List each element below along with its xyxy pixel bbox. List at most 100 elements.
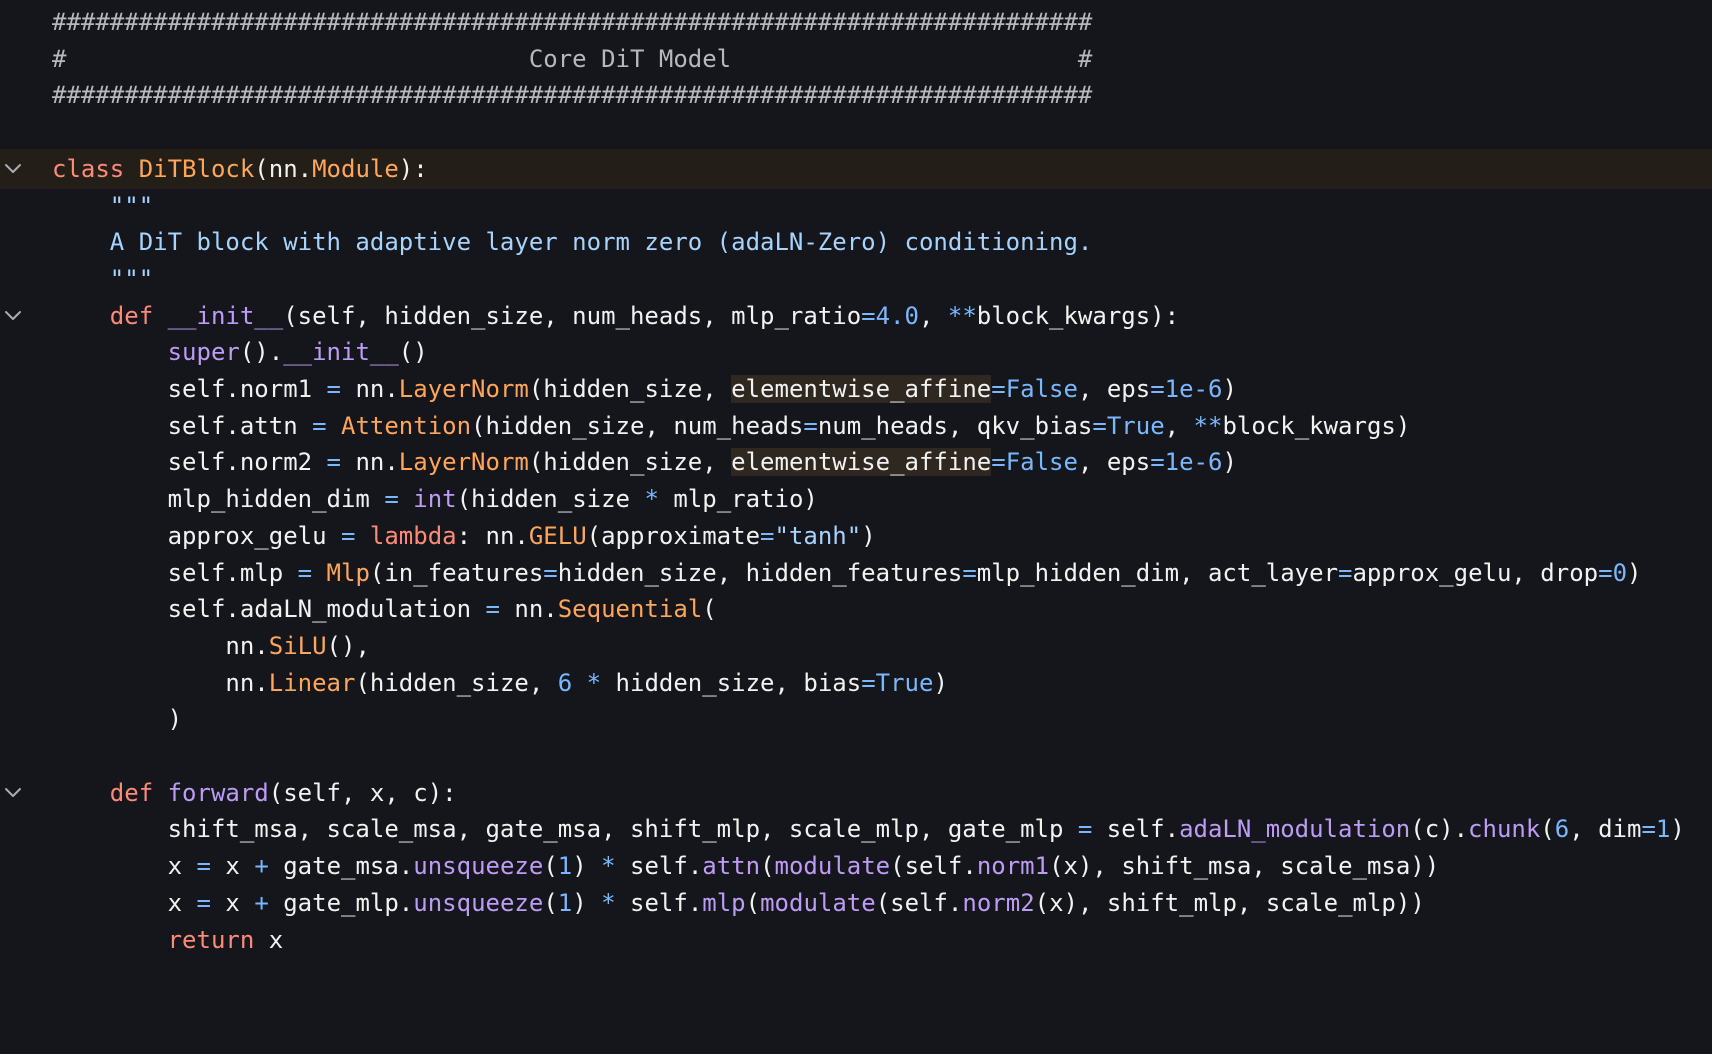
code-token: ) (1627, 558, 1642, 587)
code-token: Mlp (326, 558, 370, 587)
code-line[interactable]: nn.SiLU(), (0, 626, 1712, 666)
code-line[interactable]: mlp_hidden_dim = int(hidden_size * mlp_r… (0, 479, 1712, 519)
code-token: (hidden_size, num_heads (471, 411, 804, 440)
code-line[interactable]: super().__init__() (0, 332, 1712, 372)
code-line[interactable]: ########################################… (0, 2, 1712, 42)
code-token: * (586, 668, 602, 697)
code-token: gate_mlp. (268, 888, 414, 917)
code-text: shift_msa, scale_msa, gate_msa, shift_ml… (52, 809, 1685, 849)
code-editor[interactable]: ########################################… (0, 0, 1712, 1054)
code-line[interactable]: # Core DiT Model # (0, 39, 1712, 79)
code-line[interactable]: A DiT block with adaptive layer norm zer… (0, 222, 1712, 262)
code-token: class (52, 154, 139, 183)
code-token: ( (1540, 815, 1555, 844)
code-line[interactable] (0, 112, 1712, 152)
code-token: self.adaLN_modulation (52, 595, 486, 624)
code-line[interactable]: """ (0, 259, 1712, 299)
code-line[interactable] (0, 736, 1712, 776)
code-token: = (1598, 558, 1613, 587)
code-token: approx_gelu, drop (1352, 558, 1599, 587)
code-token: + (254, 888, 269, 917)
code-line[interactable]: ) (0, 699, 1712, 739)
code-line[interactable]: nn.Linear(hidden_size, 6 * hidden_size, … (0, 663, 1712, 703)
code-token: ( (760, 852, 775, 881)
code-token: ) (861, 521, 876, 550)
code-token: = (1077, 815, 1093, 844)
code-token: = (1092, 411, 1107, 440)
code-token: ** (947, 301, 977, 330)
code-token: * (644, 485, 659, 514)
code-token: 0 (1612, 558, 1628, 587)
code-token: def (109, 301, 168, 330)
code-token: = (340, 521, 356, 550)
code-token: 1 (557, 852, 573, 881)
code-text: """ (52, 259, 153, 299)
code-line[interactable]: approx_gelu = lambda: nn.GELU(approximat… (0, 516, 1712, 556)
code-token: ( (543, 888, 558, 917)
code-token: attn (702, 852, 761, 881)
code-line[interactable]: class DiTBlock(nn.Module): (0, 148, 1712, 189)
code-token: __init__ (167, 301, 284, 330)
code-token: "tanh" (774, 521, 862, 550)
code-token: = (297, 558, 313, 587)
code-token: block_kwargs): (976, 301, 1180, 330)
code-token: int (413, 485, 457, 514)
chevron-down-icon[interactable] (0, 296, 26, 336)
code-token: = (326, 448, 341, 477)
code-line[interactable]: self.norm1 = nn.LayerNorm(hidden_size, e… (0, 369, 1712, 409)
code-token: x (210, 852, 255, 881)
code-token: = (485, 595, 500, 624)
code-text: # Core DiT Model # (52, 39, 1092, 79)
code-token: elementwise_affine (731, 375, 992, 403)
code-line[interactable]: self.attn = Attention(hidden_size, num_h… (0, 406, 1712, 446)
chevron-down-icon[interactable] (0, 773, 26, 813)
code-token: super (167, 338, 240, 367)
code-token: = (861, 301, 876, 330)
code-line[interactable]: self.mlp = Mlp(in_features=hidden_size, … (0, 553, 1712, 593)
code-text: A DiT block with adaptive layer norm zer… (52, 222, 1093, 262)
code-token: True (875, 668, 934, 697)
code-token: Module (312, 154, 399, 183)
code-token: self.attn (52, 411, 313, 440)
code-line[interactable]: ########################################… (0, 75, 1712, 115)
code-token: lambda (369, 521, 457, 550)
code-text: super().__init__() (52, 332, 428, 372)
code-line[interactable]: def forward(self, x, c): (0, 773, 1712, 813)
code-token: A DiT block with adaptive layer norm zer… (52, 228, 1093, 257)
code-token: = (1641, 815, 1656, 844)
code-line[interactable]: shift_msa, scale_msa, gate_msa, shift_ml… (0, 809, 1712, 849)
code-line[interactable]: def __init__(self, hidden_size, num_head… (0, 296, 1712, 336)
code-line[interactable]: x = x + gate_msa.unsqueeze(1) * self.att… (0, 846, 1712, 886)
code-token: x (52, 852, 197, 881)
code-token: 6 (557, 668, 573, 697)
code-token: ) (572, 888, 602, 917)
code-token: (hidden_size (456, 485, 645, 514)
code-text: def __init__(self, hidden_size, num_head… (52, 296, 1179, 336)
code-token: ) (1222, 448, 1237, 477)
chevron-down-icon[interactable] (0, 149, 26, 189)
code-line[interactable]: self.norm2 = nn.LayerNorm(hidden_size, e… (0, 442, 1712, 482)
code-text: def forward(self, x, c): (52, 773, 457, 813)
code-line[interactable]: self.adaLN_modulation = nn.Sequential( (0, 589, 1712, 629)
code-token: ): (398, 154, 428, 183)
code-token: x (254, 925, 284, 954)
code-token: adaLN_modulation (1179, 815, 1411, 844)
code-token: num_heads, qkv_bias (817, 411, 1093, 440)
code-token: False (1005, 375, 1078, 403)
code-token: chunk (1468, 815, 1541, 844)
code-token: self.norm2 (52, 448, 327, 477)
code-line[interactable]: """ (0, 186, 1712, 226)
code-token: nn. (341, 448, 399, 477)
code-token: Sequential (557, 595, 703, 624)
code-text: return x (52, 920, 284, 960)
code-line[interactable]: x = x + gate_mlp.unsqueeze(1) * self.mlp… (0, 883, 1712, 923)
code-token: ) (1670, 815, 1685, 844)
code-text: self.attn = Attention(hidden_size, num_h… (52, 406, 1411, 446)
code-token: = (1150, 375, 1165, 403)
code-line[interactable]: return x (0, 920, 1712, 960)
code-token: LayerNorm (398, 448, 529, 477)
